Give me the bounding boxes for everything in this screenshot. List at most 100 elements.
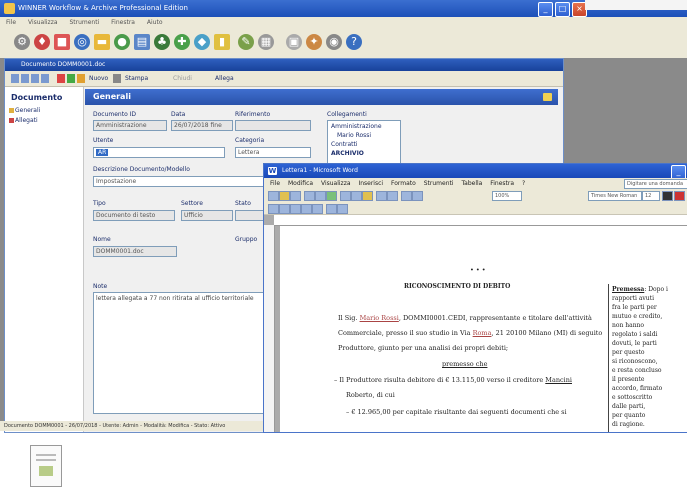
workflow-icon[interactable]: ◆	[194, 34, 210, 50]
align-right-icon[interactable]	[301, 204, 312, 214]
font-select[interactable]: Times New Roman	[588, 191, 642, 201]
align-left-icon[interactable]	[279, 204, 290, 214]
search-icon[interactable]: ●	[114, 34, 130, 50]
word-menu-file[interactable]: File	[270, 180, 280, 187]
table-icon[interactable]	[401, 191, 412, 201]
delete-icon[interactable]	[57, 74, 65, 83]
word-menu-tools[interactable]: Strumenti	[424, 180, 454, 187]
folder-icon	[9, 108, 14, 113]
date-field[interactable]: 26/07/2018 fine	[171, 120, 233, 131]
new-button[interactable]: Nuovo	[89, 74, 108, 83]
paste-icon[interactable]	[362, 191, 373, 201]
zoom-select[interactable]: 100%	[492, 191, 522, 201]
cut-icon[interactable]	[340, 191, 351, 201]
word-menu-view[interactable]: Visualizza	[321, 180, 351, 187]
copy-icon[interactable]	[351, 191, 362, 201]
menu-help[interactable]: Aiuto	[147, 19, 163, 26]
bullets-icon[interactable]	[326, 204, 337, 214]
word-menu-table[interactable]: Tabella	[461, 180, 482, 187]
redo-icon[interactable]	[387, 191, 398, 201]
archive-icon[interactable]: ▦	[258, 34, 274, 50]
font-color-icon[interactable]	[674, 191, 685, 201]
help-icon[interactable]: ?	[346, 34, 362, 50]
save-icon[interactable]	[290, 191, 301, 201]
minimize-button[interactable]: _	[538, 2, 553, 17]
refresh-icon[interactable]	[77, 74, 85, 83]
word-help-search[interactable]: Digitare una domanda	[624, 179, 687, 189]
gear-icon[interactable]: ✦	[306, 34, 322, 50]
preview-icon[interactable]	[315, 191, 326, 201]
note-icon[interactable]: ▮	[214, 34, 230, 50]
folder-icon[interactable]: ▬	[94, 34, 110, 50]
word-menu-edit[interactable]: Modifica	[288, 180, 313, 187]
horizontal-ruler[interactable]	[274, 215, 687, 226]
menu-view[interactable]: Visualizza	[28, 19, 58, 26]
undo-icon[interactable]	[376, 191, 387, 201]
note-textarea[interactable]: lettera allegata a 77 non ritirata al uf…	[93, 292, 267, 414]
word-menu-window[interactable]: Finestra	[490, 180, 514, 187]
next-icon[interactable]	[31, 74, 39, 83]
sector-label: Settore	[181, 200, 203, 207]
collapse-icon[interactable]	[543, 93, 552, 101]
sidebar-item-allegati[interactable]: Allegati	[15, 117, 38, 124]
doc-id-field[interactable]: Amministrazione	[93, 120, 167, 131]
last-icon[interactable]	[41, 74, 49, 83]
font-size-select[interactable]: 12	[642, 191, 660, 201]
print-icon[interactable]	[304, 191, 315, 201]
check-icon[interactable]	[67, 74, 75, 83]
add-icon[interactable]: ✚	[174, 34, 190, 50]
status-label: Stato	[235, 200, 251, 207]
app-menu-bar: File Visualizza Strumenti Finestra Aiuto	[0, 17, 687, 28]
justify-icon[interactable]	[312, 204, 323, 214]
side-note-line: accordo, firmato	[612, 385, 663, 392]
pdf-icon[interactable]: ■	[54, 34, 70, 50]
scan-icon[interactable]: ◎	[74, 34, 90, 50]
maximize-button[interactable]: □	[555, 2, 570, 17]
tree-item[interactable]: ARCHIVIO	[331, 150, 364, 157]
stats-icon[interactable]: ◉	[326, 34, 342, 50]
edit-icon[interactable]: ✎	[238, 34, 254, 50]
tree-item[interactable]: Mario Rossi	[337, 132, 371, 139]
close-doc-button[interactable]: Chiudi	[173, 74, 192, 83]
menu-tools[interactable]: Strumenti	[69, 19, 99, 26]
print-button[interactable]: Stampa	[125, 74, 148, 83]
app-toolbar: ⚙ ♦ ■ ◎ ▬ ● ▤ ♣ ✚ ◆ ▮ ✎ ▦ ▣ ✦ ◉ ?	[0, 28, 687, 59]
open-icon[interactable]	[279, 191, 290, 201]
prev-icon[interactable]	[21, 74, 29, 83]
style-icon[interactable]	[268, 204, 279, 214]
first-icon[interactable]	[11, 74, 19, 83]
word-menu-insert[interactable]: Inserisci	[358, 180, 383, 187]
reference-field[interactable]	[235, 120, 311, 131]
menu-file[interactable]: File	[6, 19, 16, 26]
menu-window[interactable]: Finestra	[111, 19, 135, 26]
sidebar-item-generali[interactable]: Generali	[15, 107, 40, 114]
columns-icon[interactable]	[412, 191, 423, 201]
print-icon[interactable]	[113, 74, 121, 83]
settings-icon[interactable]: ⚙	[14, 34, 30, 50]
description-label: Descrizione Documento/Modello	[93, 166, 190, 173]
vertical-ruler[interactable]	[264, 225, 275, 432]
word-menu-format[interactable]: Formato	[391, 180, 416, 187]
owner-select[interactable]: AR	[93, 147, 225, 158]
tree-item[interactable]: Contratti	[331, 141, 358, 148]
tool-icon[interactable]: ▣	[286, 34, 302, 50]
document-icon[interactable]: ▤	[134, 34, 150, 50]
sector-select[interactable]: Ufficio	[181, 210, 233, 221]
category-select[interactable]: Lettera	[235, 147, 311, 158]
word-menu-help[interactable]: ?	[522, 180, 525, 187]
attach-button[interactable]: Allega	[215, 74, 234, 83]
users-icon[interactable]: ♦	[34, 34, 50, 50]
type-select[interactable]: Documento di testo	[93, 210, 175, 221]
note-label: Note	[93, 283, 108, 290]
doc-side-note: Premessa: Dopo i rapporti avuti fra le p…	[608, 284, 673, 432]
spell-icon[interactable]	[326, 191, 337, 201]
tree-icon[interactable]: ♣	[154, 34, 170, 50]
links-tree[interactable]: Amministrazione Mario Rossi Contratti AR…	[327, 120, 401, 166]
new-doc-icon[interactable]	[268, 191, 279, 201]
align-center-icon[interactable]	[290, 204, 301, 214]
side-note-line: per quanto	[612, 412, 646, 419]
tree-item[interactable]: Amministrazione	[331, 123, 382, 130]
name-field[interactable]: DOMM0001.doc	[93, 246, 177, 257]
numbering-icon[interactable]	[337, 204, 348, 214]
bold-icon[interactable]	[662, 191, 673, 201]
